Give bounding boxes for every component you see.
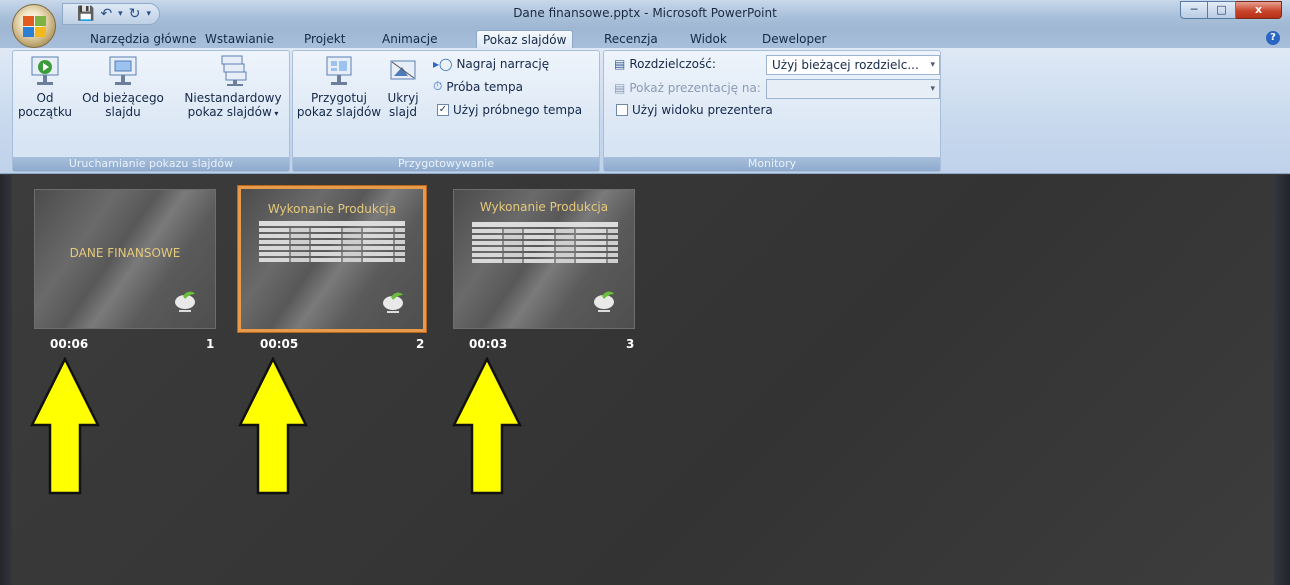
from-current-slide-button[interactable]: Od bieżącego slajdu bbox=[77, 55, 169, 119]
quick-access-toolbar: 💾 ↶ ▾ ↻ ▾ bbox=[62, 3, 160, 25]
group-label-start: Uruchamianie pokazu slajdów bbox=[13, 157, 289, 171]
table-image bbox=[259, 221, 405, 271]
tab-view[interactable]: Widok bbox=[684, 30, 733, 48]
from-current-label-1: Od bieżącego bbox=[82, 91, 164, 105]
tab-slide-show[interactable]: Pokaz slajdów bbox=[476, 30, 574, 48]
tab-design[interactable]: Projekt bbox=[298, 30, 351, 48]
show-on-row: ▤ Pokaż prezentację na: bbox=[614, 81, 761, 95]
save-icon[interactable]: 💾 bbox=[77, 7, 94, 21]
slide-thumbnail-1[interactable]: DANE FINANSOWE bbox=[34, 189, 216, 329]
chevron-down-icon: ▾ bbox=[271, 109, 279, 118]
monitor-icon: ▤ bbox=[614, 57, 626, 71]
chevron-down-icon: ▾ bbox=[930, 84, 935, 94]
group-monitors: ▤ Rozdzielczość: Użyj bieżącej rozdzielc… bbox=[603, 50, 941, 172]
record-narration-button[interactable]: ▸◯ Nagraj narrację bbox=[433, 57, 549, 71]
slide-title: Wykonanie Produkcja bbox=[267, 202, 397, 216]
rehearse-timings-button[interactable]: ⏱ Próba tempa bbox=[433, 79, 523, 94]
window-controls: ─ □ x bbox=[1180, 1, 1282, 19]
undo-dropdown-icon[interactable]: ▾ bbox=[118, 9, 123, 19]
resolution-dropdown[interactable]: Użyj bieżącej rozdzielc... ▾ bbox=[766, 55, 940, 75]
slide-title: DANE FINANSOWE bbox=[69, 246, 181, 260]
undo-icon[interactable]: ↶ bbox=[100, 7, 112, 21]
help-icon[interactable]: ? bbox=[1266, 31, 1280, 45]
from-beginning-label-1: Od bbox=[36, 91, 54, 105]
ribbon-tabs: Narzędzia główne Wstawianie Projekt Anim… bbox=[0, 28, 1290, 48]
customize-qat-icon[interactable]: ▾ bbox=[146, 9, 151, 19]
table-image bbox=[472, 222, 618, 272]
slide-number: 3 bbox=[626, 337, 635, 351]
play-screen-icon bbox=[28, 55, 62, 87]
group-label-setup: Przygotowywanie bbox=[293, 157, 599, 171]
tab-review[interactable]: Recenzja bbox=[598, 30, 664, 48]
setup-show-label-2: pokaz slajdów bbox=[296, 105, 382, 119]
checkbox-checked-icon[interactable]: ✓ bbox=[437, 104, 449, 116]
tab-developer[interactable]: Deweloper bbox=[756, 30, 832, 48]
group-label-monitors: Monitory bbox=[604, 157, 940, 171]
presenter-view-label: Użyj widoku prezentera bbox=[632, 103, 773, 117]
current-slide-screen-icon bbox=[106, 55, 140, 87]
up-arrow-annotation bbox=[30, 357, 100, 495]
up-arrow-annotation bbox=[452, 357, 522, 495]
window-title: Dane finansowe.pptx - Microsoft PowerPoi… bbox=[513, 6, 777, 20]
setup-show-icon bbox=[322, 55, 356, 87]
from-beginning-button[interactable]: Od początku bbox=[17, 55, 73, 119]
show-on-dropdown[interactable]: ▾ bbox=[766, 79, 940, 99]
slide-sorter-view: DANE FINANSOWE 00:06 1 Wykonanie Produkc… bbox=[0, 175, 1290, 585]
up-arrow-annotation bbox=[238, 357, 308, 495]
custom-slide-show-button[interactable]: Niestandardowy pokaz slajdów ▾ bbox=[179, 55, 287, 121]
chevron-down-icon: ▾ bbox=[930, 60, 935, 70]
presenter-view-checkbox[interactable]: Użyj widoku prezentera bbox=[616, 103, 773, 117]
left-edge bbox=[0, 175, 12, 585]
setup-show-label-1: Przygotuj bbox=[311, 91, 367, 105]
minimize-button[interactable]: ─ bbox=[1180, 1, 1208, 19]
hide-slide-label-2: slajd bbox=[389, 105, 417, 119]
resolution-label: Rozdzielczość: bbox=[629, 57, 716, 71]
resolution-row: ▤ Rozdzielczość: bbox=[614, 57, 716, 71]
custom-show-label-2: pokaz slajdów bbox=[187, 105, 272, 119]
office-logo-icon bbox=[23, 16, 47, 38]
bowl-icon bbox=[381, 289, 405, 315]
title-bar: Dane finansowe.pptx - Microsoft PowerPoi… bbox=[0, 0, 1290, 28]
setup-slide-show-button[interactable]: Przygotuj pokaz slajdów bbox=[295, 55, 383, 119]
hide-slide-button[interactable]: Ukryj slajd bbox=[383, 55, 423, 119]
hide-slide-icon bbox=[386, 55, 420, 87]
bowl-icon bbox=[173, 288, 197, 314]
hide-slide-label-1: Ukryj bbox=[387, 91, 419, 105]
redo-icon[interactable]: ↻ bbox=[129, 7, 141, 21]
resolution-value: Użyj bieżącej rozdzielc... bbox=[772, 58, 919, 72]
slide-thumbnail-3[interactable]: Wykonanie Produkcja bbox=[453, 189, 635, 329]
slide-timing: 00:05 bbox=[260, 337, 299, 351]
stopwatch-icon: ⏱ bbox=[433, 79, 443, 93]
record-narration-label: Nagraj narrację bbox=[456, 57, 550, 71]
tab-home[interactable]: Narzędzia główne bbox=[84, 30, 203, 48]
from-current-label-2: slajdu bbox=[105, 105, 141, 119]
checkbox-unchecked-icon[interactable] bbox=[616, 104, 628, 116]
monitor-icon: ▤ bbox=[614, 81, 626, 95]
show-on-label: Pokaż prezentację na: bbox=[629, 81, 761, 95]
slide-number: 1 bbox=[206, 337, 215, 351]
slide-number: 2 bbox=[416, 337, 425, 351]
ribbon: Od początku Od bieżącego slajdu Niestand… bbox=[0, 48, 1290, 174]
group-setup: Przygotuj pokaz slajdów Ukryj slajd ▸◯ N… bbox=[292, 50, 600, 172]
custom-show-label-1: Niestandardowy bbox=[184, 91, 282, 105]
maximize-button[interactable]: □ bbox=[1208, 1, 1236, 19]
use-rehearsed-label: Użyj próbnego tempa bbox=[453, 103, 583, 117]
bowl-icon bbox=[592, 288, 616, 314]
rehearse-timings-label: Próba tempa bbox=[446, 79, 523, 94]
tab-animations[interactable]: Animacje bbox=[376, 30, 444, 48]
slide-thumbnail-2[interactable]: Wykonanie Produkcja bbox=[238, 186, 426, 332]
custom-show-icon bbox=[216, 55, 250, 87]
tab-insert[interactable]: Wstawianie bbox=[199, 30, 280, 48]
record-narration-icon: ▸◯ bbox=[433, 57, 453, 71]
slide-title: Wykonanie Produkcja bbox=[479, 200, 609, 214]
use-rehearsed-timings-checkbox[interactable]: ✓ Użyj próbnego tempa bbox=[437, 103, 582, 117]
close-button[interactable]: x bbox=[1236, 1, 1282, 19]
slide-timing: 00:06 bbox=[50, 337, 89, 351]
scrollbar[interactable] bbox=[1274, 175, 1290, 585]
group-start-slide-show: Od początku Od bieżącego slajdu Niestand… bbox=[12, 50, 290, 172]
slide-timing: 00:03 bbox=[469, 337, 508, 351]
from-beginning-label-2: początku bbox=[17, 105, 73, 119]
office-button[interactable] bbox=[12, 4, 56, 48]
